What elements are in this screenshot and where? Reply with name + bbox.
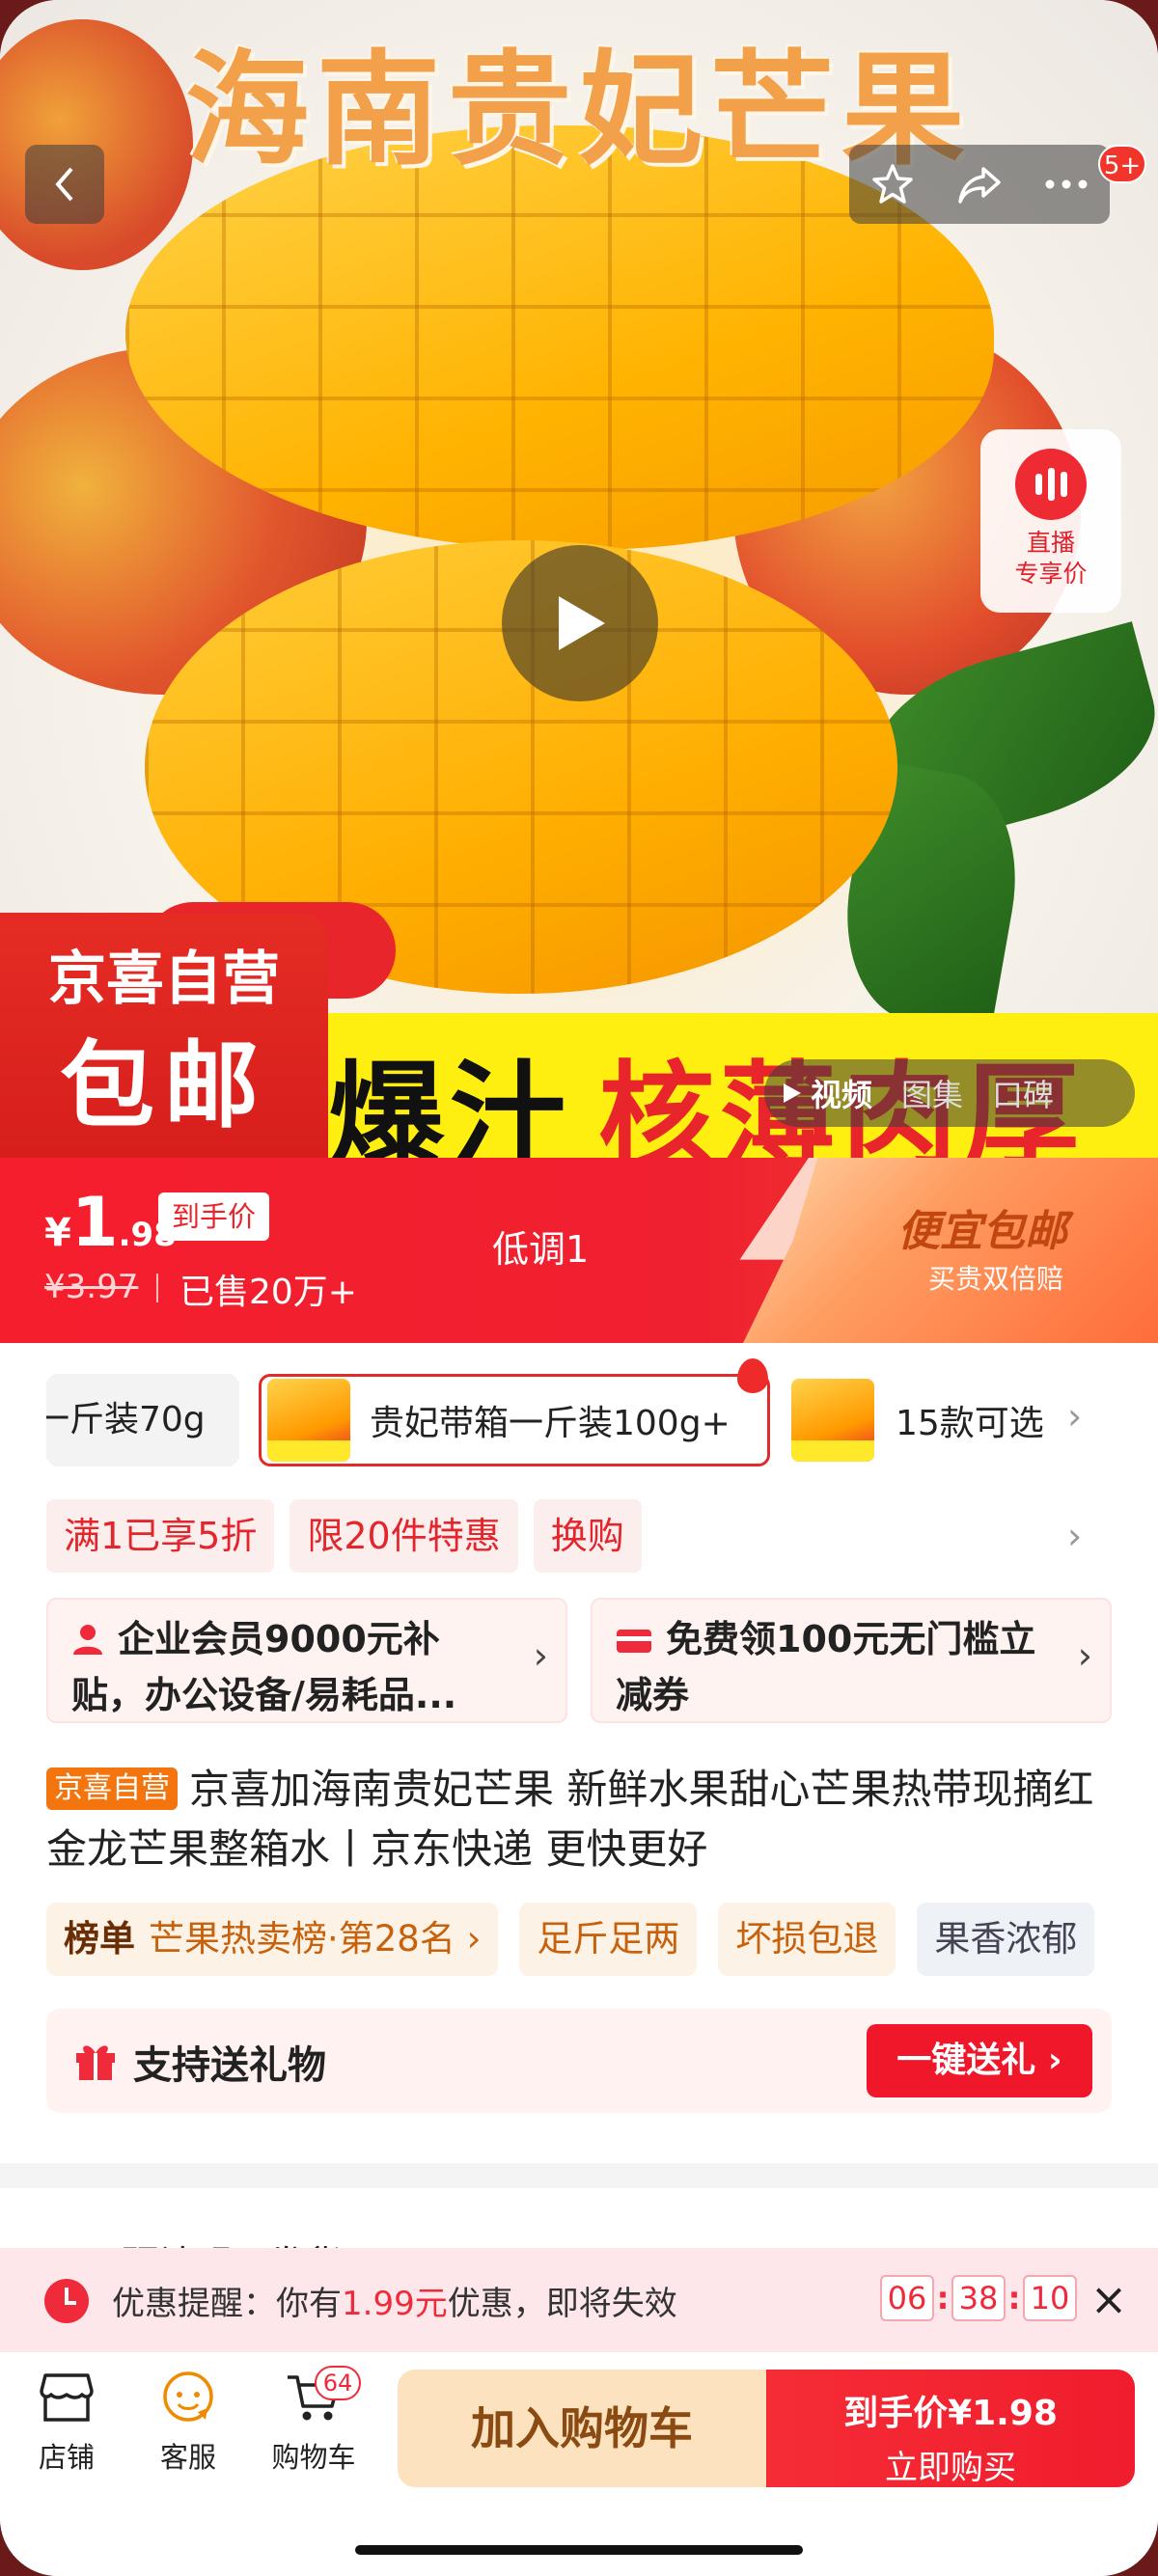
- badge-line2: 包邮: [59, 1031, 268, 1141]
- variant-option[interactable]: 一斤装70g: [46, 1374, 239, 1466]
- store-icon: [40, 2373, 94, 2422]
- close-icon[interactable]: ×: [1085, 2275, 1133, 2323]
- buy-now-button[interactable]: 到手价¥1.98 立即购买: [766, 2370, 1135, 2487]
- chevron-right-icon: ›: [533, 1634, 548, 1677]
- price-note: 低调1: [492, 1228, 590, 1271]
- final-price: ¥ 1 .98: [44, 1183, 177, 1262]
- chevron-right-icon: ›: [1077, 1634, 1092, 1677]
- jingxi-self-badge: 京喜自营: [46, 1768, 178, 1810]
- variant-thumbnail: [267, 1379, 350, 1462]
- feature-tag: 足斤足两: [519, 1903, 698, 1976]
- media-tabs: 视频 图集 口碑: [764, 1059, 1135, 1127]
- live-icon: [1015, 449, 1087, 520]
- coupon-card[interactable]: 免费领100元无门槛立减券 ›: [591, 1598, 1112, 1723]
- coupon-chip[interactable]: 换购: [533, 1499, 642, 1573]
- share-icon: [958, 167, 1001, 204]
- timer-hours: 06: [880, 2275, 934, 2321]
- coupon-chip[interactable]: 满1已享5折: [46, 1499, 275, 1573]
- feature-tag: 坏损包退: [718, 1903, 896, 1976]
- product-title: 京喜自营 京喜加海南贵妃芒果 新鲜水果甜心芒果热带现摘红金龙芒果整箱水丨京东快递 …: [46, 1760, 1117, 1879]
- card-icon: [616, 1617, 652, 1669]
- more-variants-button[interactable]: 15款可选: [791, 1379, 1044, 1462]
- variant-label: 贵妃带箱一斤装100g+: [370, 1404, 731, 1443]
- tab-video[interactable]: 视频: [782, 1071, 872, 1115]
- home-indicator[interactable]: [355, 2545, 803, 2555]
- play-video-button[interactable]: [502, 545, 658, 701]
- cart-count-badge: 64: [315, 2366, 361, 2400]
- timer-seconds: 10: [1023, 2275, 1077, 2321]
- variant-option-selected[interactable]: 贵妃带箱一斤装100g+: [259, 1374, 770, 1466]
- badge-line1: 京喜自营: [48, 945, 280, 1013]
- original-price: ¥3.97: [44, 1268, 139, 1306]
- favorite-button[interactable]: [859, 151, 926, 218]
- enterprise-member-card[interactable]: 企业会员9000元补贴，办公设备/易耗品... ›: [46, 1598, 567, 1723]
- card-text: 免费领100元无门槛立减券: [616, 1618, 1036, 1716]
- coupon-chip[interactable]: 限20件特惠: [290, 1499, 518, 1573]
- play-icon: [559, 596, 605, 650]
- reminder-text: 优惠提醒：你有1.99元优惠，即将失效: [112, 2285, 677, 2323]
- service-icon: [163, 2371, 213, 2422]
- tab-gallery[interactable]: 图集: [901, 1071, 963, 1115]
- sold-count: 已售20万+: [179, 1273, 357, 1312]
- ranking-tag[interactable]: 榜单 芒果热卖榜·第28名 ›: [46, 1903, 499, 1976]
- divider: [156, 1274, 158, 1302]
- promo-left-text: 爆汁: [328, 1051, 571, 1158]
- feature-tag: 果香浓郁: [917, 1903, 1095, 1976]
- gift-banner: 支持送礼物 一键送礼 ›: [46, 2009, 1112, 2113]
- send-gift-button[interactable]: 一键送礼 ›: [867, 2024, 1092, 2097]
- bottom-action-bar: 店铺 客服 购物车 64 加入购物车 到手价¥1.98 立即购买: [0, 2352, 1158, 2576]
- product-info: 一斤装70g 贵妃带箱一斤装100g+ 15款可选 › 满1已享5折 限20件特…: [0, 1343, 1158, 2163]
- variant-thumbnail: [791, 1379, 874, 1462]
- message-badge: 5+: [1098, 145, 1146, 183]
- customer-service-button[interactable]: 客服: [135, 2370, 241, 2476]
- chevron-left-icon: [55, 167, 73, 202]
- variant-selector: 一斤装70g 贵妃带箱一斤装100g+ 15款可选 ›: [0, 1358, 1158, 1466]
- clock-icon: [44, 2279, 89, 2323]
- discount-reminder: 优惠提醒：你有1.99元优惠，即将失效 06 : 38 : 10 ×: [0, 2248, 1158, 2352]
- timer-minutes: 38: [951, 2275, 1006, 2321]
- gift-icon: [73, 2038, 118, 2086]
- tag-row: 榜单 芒果热卖榜·第28名 › 足斤足两 坏损包退 果香浓郁: [46, 1903, 1158, 1976]
- jingxi-badge: 京喜自营 包邮: [0, 913, 328, 1158]
- back-button[interactable]: [25, 145, 104, 224]
- store-button[interactable]: 店铺: [14, 2370, 120, 2476]
- variant-count: 15款可选: [896, 1404, 1044, 1443]
- product-title-text: 京喜加海南贵妃芒果 新鲜水果甜心芒果热带现摘红金龙芒果整箱水丨京东快递 更快更好: [46, 1766, 1094, 1873]
- tab-reviews[interactable]: 口碑: [992, 1071, 1054, 1115]
- more-icon: [1045, 179, 1088, 189]
- more-button[interactable]: [1033, 151, 1100, 218]
- live-label: 直播: [1026, 529, 1075, 557]
- gift-text: 支持送礼物: [133, 2043, 326, 2088]
- hot-icon: [737, 1358, 768, 1393]
- phone-screen: 海南贵妃芒果 爆汁 核薄肉厚 京喜自营 包邮 直播 专享价 视频 图集 口: [0, 0, 1158, 2576]
- coupon-row[interactable]: 满1已享5折 限20件特惠 换购: [46, 1499, 642, 1573]
- price-bar: ¥ 1 .98 到手价 ¥3.97 已售20万+ 低调1 便宜包邮 买贵双倍赔: [0, 1158, 1158, 1343]
- star-icon: [872, 164, 913, 204]
- top-actions: [849, 145, 1110, 224]
- promo-subtitle: 买贵双倍赔: [928, 1263, 1064, 1295]
- benefit-cards: 企业会员9000元补贴，办公设备/易耗品... › 免费领100元无门槛立减券 …: [46, 1598, 1112, 1723]
- countdown-timer: 06 : 38 : 10: [880, 2275, 1077, 2321]
- live-sub-label: 专享价: [1014, 560, 1088, 588]
- live-price-button[interactable]: 直播 专享价: [980, 429, 1121, 613]
- price-tag: 到手价: [158, 1192, 270, 1241]
- share-button[interactable]: [946, 151, 1013, 218]
- chevron-right-icon[interactable]: ›: [1067, 1515, 1082, 1557]
- add-to-cart-button[interactable]: 加入购物车: [398, 2370, 766, 2487]
- play-small-icon: [784, 1083, 801, 1103]
- promo-title: 便宜包邮: [897, 1207, 1067, 1256]
- user-icon: [71, 1617, 104, 1669]
- card-text: 企业会员9000元补贴，办公设备/易耗品...: [71, 1618, 457, 1716]
- chevron-right-icon[interactable]: ›: [1067, 1395, 1082, 1438]
